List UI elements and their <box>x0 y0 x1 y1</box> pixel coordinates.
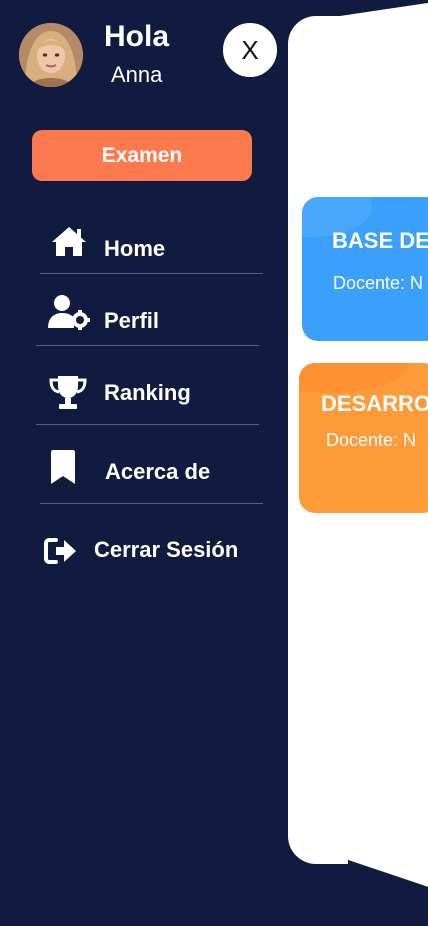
avatar-image <box>19 23 83 87</box>
menu-item-acerca-de[interactable]: Acerca de <box>36 444 266 504</box>
home-icon <box>50 224 88 263</box>
close-label: X <box>241 34 259 65</box>
trophy-icon <box>48 374 88 415</box>
greeting-title: Hola <box>104 20 170 53</box>
logout-icon <box>44 537 78 570</box>
course-teacher: Docente: N <box>326 430 417 450</box>
divider <box>36 424 259 425</box>
divider <box>36 345 259 346</box>
side-drawer: Hola Anna X Examen Home Perfil Ranking A… <box>0 0 290 926</box>
course-title: BASE DE <box>332 228 428 253</box>
menu-item-label: Ranking <box>104 380 191 405</box>
course-card-base-de-datos[interactable]: BASE DE Docente: N <box>302 197 428 341</box>
menu-item-perfil[interactable]: Perfil <box>36 292 266 352</box>
menu-item-label: Cerrar Sesión <box>94 537 239 562</box>
course-teacher: Docente: N <box>333 273 424 293</box>
course-card-desarrollo[interactable]: DESARRO Docente: N <box>299 363 428 513</box>
user-name: Anna <box>111 62 163 87</box>
exam-button[interactable]: Examen <box>32 130 252 181</box>
exam-button-label: Examen <box>101 143 183 167</box>
menu-item-ranking[interactable]: Ranking <box>36 364 266 424</box>
user-gear-icon <box>48 294 90 335</box>
divider <box>40 273 263 274</box>
close-drawer-button[interactable]: X <box>221 21 279 79</box>
bookmark-icon <box>50 450 76 489</box>
logout-button[interactable]: Cerrar Sesión <box>36 520 276 580</box>
menu-item-label: Home <box>104 236 166 261</box>
menu-item-label: Perfil <box>104 308 160 333</box>
avatar <box>19 23 83 87</box>
menu-item-label: Acerca de <box>105 459 211 484</box>
course-title: DESARRO <box>321 391 428 416</box>
divider <box>40 503 263 504</box>
